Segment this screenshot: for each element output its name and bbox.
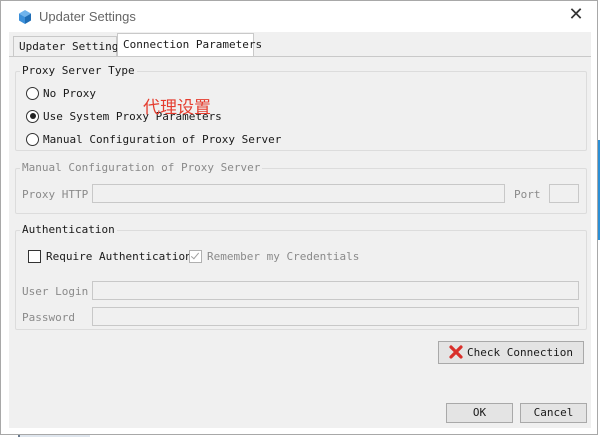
check-connection-label: Check Connection (467, 346, 573, 359)
radio-no-proxy[interactable]: No Proxy (26, 86, 96, 102)
radio-label-no-proxy: No Proxy (43, 87, 96, 100)
tab-connection-parameters[interactable]: Connection Parameters (117, 33, 262, 56)
proxy-server-type-group: Proxy Server Type No Proxy Use System Pr… (15, 64, 587, 151)
tab-updater-settings[interactable]: Updater Settings (13, 36, 125, 56)
red-x-icon (449, 345, 463, 359)
user-login-input[interactable] (92, 281, 579, 300)
manual-config-group: Manual Configuration of Proxy Server Pro… (15, 161, 587, 214)
port-input[interactable] (549, 184, 579, 203)
ok-button[interactable]: OK (446, 403, 513, 423)
checkbox-checked[interactable] (189, 249, 202, 263)
require-authentication-label: Require Authentication (46, 250, 192, 263)
window-title: Updater Settings (39, 9, 136, 24)
proxy-settings-annotation: 代理设置 (143, 98, 211, 118)
user-login-label: User Login (22, 285, 89, 298)
check-connection-button[interactable]: Check Connection (438, 341, 584, 364)
cube-icon (17, 9, 33, 25)
radio-label-manual: Manual Configuration of Proxy Server (43, 133, 282, 146)
dialog-content: Updater Settings Connection Parameters P… (9, 32, 591, 428)
password-input[interactable] (92, 307, 579, 326)
radio-button[interactable] (26, 86, 39, 100)
radio-manual-configuration[interactable]: Manual Configuration of Proxy Server (26, 132, 281, 148)
proxy-http-input[interactable] (92, 184, 505, 203)
password-label: Password (22, 311, 75, 324)
group-label-proxy-type: Proxy Server Type (20, 64, 137, 78)
port-label: Port (514, 188, 541, 201)
close-icon[interactable]: ✕ (567, 6, 585, 24)
remember-credentials-checkbox[interactable]: Remember my Credentials (189, 249, 359, 265)
proxy-http-label: Proxy HTTP (22, 188, 89, 201)
connection-parameters-panel: Proxy Server Type No Proxy Use System Pr… (9, 57, 591, 357)
title-bar[interactable]: Updater Settings ✕ (1, 1, 597, 32)
group-label-authentication: Authentication (20, 223, 117, 237)
authentication-group: Authentication Require Authentication Re… (15, 223, 587, 330)
checkbox[interactable] (28, 249, 41, 263)
radio-button[interactable] (26, 132, 39, 146)
group-label-manual-config: Manual Configuration of Proxy Server (20, 161, 263, 175)
updater-settings-window: Updater Settings ✕ Updater Settings Conn… (0, 0, 598, 435)
remember-credentials-label: Remember my Credentials (207, 250, 360, 263)
cancel-button[interactable]: Cancel (520, 403, 587, 423)
require-authentication-checkbox[interactable]: Require Authentication (28, 249, 192, 265)
radio-button-selected[interactable] (26, 109, 39, 123)
